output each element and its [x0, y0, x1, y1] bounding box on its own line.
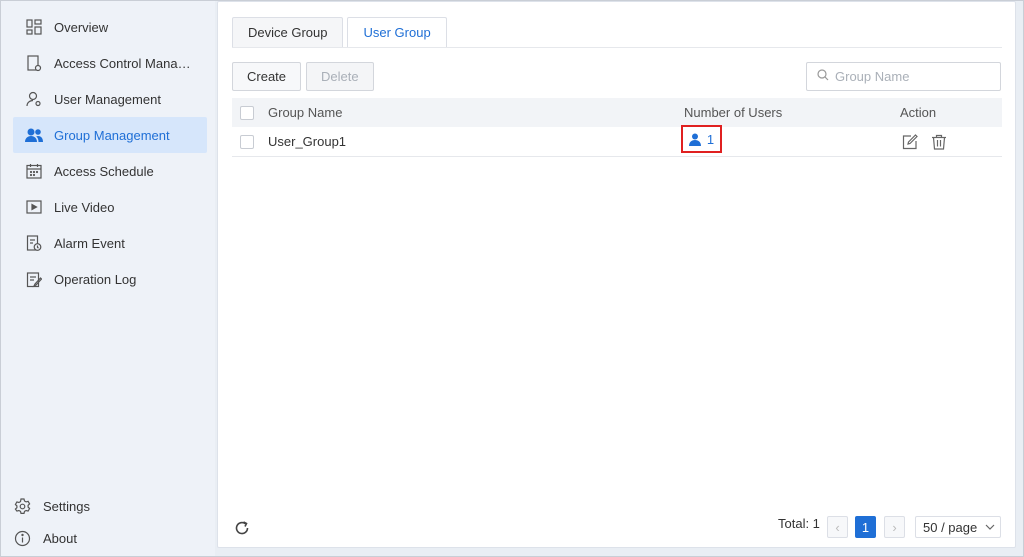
sidebar-item-access-schedule[interactable]: Access Schedule: [13, 153, 207, 189]
sidebar-item-overview[interactable]: Overview: [13, 9, 207, 45]
main-panel: Device Group User Group Create Delete Gr…: [217, 1, 1016, 548]
refresh-icon[interactable]: [234, 520, 252, 538]
row-checkbox[interactable]: [240, 134, 254, 149]
search-box: [806, 62, 1001, 91]
header-action: Action: [900, 105, 937, 120]
sidebar-item-label: Overview: [54, 19, 109, 35]
sidebar-item-label: Group Management: [54, 127, 170, 143]
sidebar-item-group-management[interactable]: Group Management: [13, 117, 207, 153]
sidebar-item-access-control[interactable]: Access Control Manag...: [13, 45, 207, 81]
group-name-cell: User_Group1: [268, 134, 347, 149]
gear-icon: [13, 497, 31, 515]
tab-divider: [232, 47, 1002, 48]
group-icon: [25, 126, 43, 144]
alarm-icon: [25, 234, 43, 252]
number-of-users-link[interactable]: 1: [681, 125, 722, 153]
sidebar-item-label: User Management: [54, 91, 161, 107]
users-count: 1: [706, 131, 715, 147]
edit-icon[interactable]: [901, 133, 919, 151]
page-size-value: 50 / page: [923, 519, 978, 535]
video-icon: [25, 198, 43, 216]
sidebar-settings[interactable]: Settings: [13, 492, 90, 520]
header-group-name: Group Name: [268, 105, 343, 120]
page-1-button[interactable]: 1: [855, 516, 876, 538]
sidebar-about[interactable]: About: [13, 524, 77, 552]
sidebar-item-label: Operation Log: [54, 271, 137, 287]
table-header: Group Name Number of Users Action: [232, 98, 1002, 127]
info-icon: [13, 529, 31, 547]
search-input[interactable]: [835, 69, 995, 84]
next-page-button[interactable]: ›: [884, 516, 905, 538]
prev-page-button[interactable]: ‹: [827, 516, 848, 538]
tab-bar: Device Group User Group: [232, 17, 451, 47]
tab-device-group[interactable]: Device Group: [232, 17, 344, 47]
log-icon: [25, 270, 43, 288]
tab-user-group[interactable]: User Group: [347, 17, 447, 47]
sidebar-item-live-video[interactable]: Live Video: [13, 189, 207, 225]
access-control-icon: [25, 54, 43, 72]
total-count: Total: 1: [778, 516, 820, 531]
settings-label: Settings: [43, 498, 90, 514]
header-number-of-users: Number of Users: [684, 105, 783, 120]
about-label: About: [43, 530, 77, 546]
sidebar-item-operation-log[interactable]: Operation Log: [13, 261, 207, 297]
sidebar-item-label: Alarm Event: [54, 235, 125, 251]
sidebar: Overview Access Control Manag... User Ma…: [1, 1, 215, 556]
search-icon: [817, 69, 829, 84]
sidebar-item-user-management[interactable]: User Management: [13, 81, 207, 117]
chevron-down-icon: [985, 524, 995, 530]
overview-icon: [25, 18, 43, 36]
delete-button[interactable]: Delete: [306, 62, 374, 91]
sidebar-item-label: Live Video: [54, 199, 115, 215]
create-button[interactable]: Create: [232, 62, 302, 91]
table-row: User_Group1 1: [232, 125, 1002, 157]
sidebar-item-label: Access Schedule: [54, 163, 154, 179]
user-icon: [25, 90, 43, 108]
sidebar-item-alarm-event[interactable]: Alarm Event: [13, 225, 207, 261]
select-all-checkbox[interactable]: [240, 105, 254, 120]
sidebar-item-label: Access Control Manag...: [54, 55, 194, 71]
page-size-select[interactable]: 50 / page: [915, 516, 1001, 538]
person-icon: [688, 133, 701, 146]
calendar-icon: [25, 162, 43, 180]
delete-icon[interactable]: [930, 133, 948, 151]
